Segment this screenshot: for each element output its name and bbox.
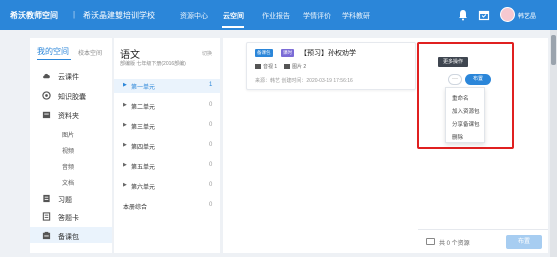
textbook-edition: 部编版 七年级下册(2016部编) [120, 61, 186, 67]
chapter-panel: 语文 切换 部编版 七年级下册(2016部编) ▶ 第一单元 1 ▶ 第二单元 … [114, 38, 220, 253]
chapter-row[interactable]: ▶ 第四单元 0 [114, 139, 220, 153]
cloud-icon [43, 73, 50, 79]
tab-school-space[interactable]: 校本空间 [78, 48, 102, 57]
chapter-name: 第四单元 [131, 145, 156, 151]
brand-logo[interactable]: 希沃教师空间 [10, 10, 58, 21]
chapter-name: 第二单元 [131, 105, 156, 111]
nav-cloud-space[interactable]: 云空间 [223, 11, 244, 21]
resource-box-icon [426, 238, 435, 245]
sidebar-item-label: 知识胶囊 [58, 94, 86, 101]
chapter-name: 本册综合 [123, 205, 148, 211]
expand-arrow-icon[interactable]: ▶ [123, 182, 127, 188]
more-ops-tooltip: 更多操作 [438, 57, 468, 67]
chapter-count: 0 [209, 142, 213, 148]
menu-item-delete[interactable]: 删除 [452, 133, 463, 141]
media-count: 音视 1 [255, 63, 277, 70]
image-count-text: 图片 2 [292, 64, 307, 70]
capsule-icon [42, 91, 51, 100]
top-bar: 希沃教师空间 | 希沃晶建雙培训学校 资源中心 云空间 作业报告 学情评价 学科… [0, 0, 557, 30]
chapter-row[interactable]: ▶ 第三单元 0 [114, 119, 220, 133]
tab-active-indicator [37, 59, 71, 60]
chapter-row[interactable]: ▶ 第五单元 0 [114, 159, 220, 173]
calendar-icon[interactable] [478, 9, 490, 21]
type-badge: 备课包 [255, 49, 273, 57]
music-icon [255, 64, 261, 69]
chapter-count: 0 [209, 122, 213, 128]
chapter-row[interactable]: ▶ 第六单元 0 [114, 179, 220, 193]
image-count: 图片 2 [284, 63, 306, 70]
lesson-package-card[interactable]: 备课包 课时 【预习】孙权劝学 音视 1 图片 2 来源：韩艺 创建时间：202… [246, 42, 416, 90]
user-avatar[interactable] [500, 7, 515, 22]
sidebar: 我的空间 校本空间 云课件 知识胶囊 资料夹 图片 视频 音频 文档 习题 答题… [30, 38, 112, 253]
chapter-count: 0 [209, 162, 213, 168]
more-options-button[interactable]: ··· [448, 74, 462, 85]
card-title[interactable]: 【预习】孙权劝学 [300, 48, 356, 58]
subject-title: 语文 [120, 50, 140, 61]
switch-subject-link[interactable]: 切换 [202, 50, 212, 57]
assign-button[interactable]: 布置 [465, 74, 491, 85]
expand-arrow-icon[interactable]: ▶ [123, 102, 127, 108]
chapter-name: 第一单元 [131, 85, 156, 91]
chapter-row[interactable]: ▶ 第二单元 0 [114, 99, 220, 113]
resource-bar: 共 0 个资源 布置 [418, 229, 548, 253]
chapter-row[interactable]: 本册综合 0 [114, 199, 220, 213]
sidebar-sub-videos[interactable]: 视频 [62, 146, 74, 155]
chapter-count: 0 [209, 182, 213, 188]
expand-arrow-icon[interactable]: ▶ [123, 82, 127, 88]
more-options-menu: 重命名 加入资源包 分享备课包 删除 [445, 87, 485, 143]
sidebar-sub-audio[interactable]: 音频 [62, 162, 74, 171]
sidebar-item-label: 答题卡 [58, 215, 79, 222]
expand-arrow-icon[interactable]: ▶ [123, 122, 127, 128]
package-icon [42, 231, 51, 240]
sidebar-item-label: 云课件 [58, 74, 79, 81]
nav-homework-report[interactable]: 作业报告 [262, 11, 290, 21]
chapter-row[interactable]: ▶ 第一单元 1 [114, 79, 220, 93]
chapter-name: 第三单元 [131, 125, 156, 131]
school-name: 希沃晶建雙培训学校 [83, 11, 155, 20]
sidebar-item-label: 备课包 [58, 234, 79, 241]
username[interactable]: 韩艺晶 [518, 11, 536, 20]
chapter-name: 第六单元 [131, 185, 156, 191]
menu-item-add-resource[interactable]: 加入资源包 [452, 107, 480, 115]
bell-icon[interactable] [457, 9, 469, 21]
media-count-text: 音视 1 [263, 64, 278, 70]
nav-resource-center[interactable]: 资源中心 [180, 11, 208, 21]
lesson-badge: 课时 [281, 49, 294, 57]
chapter-name: 第五单元 [131, 165, 156, 171]
sidebar-sub-documents[interactable]: 文档 [62, 178, 74, 187]
nav-active-indicator [222, 26, 244, 28]
nav-subject-research[interactable]: 学科教研 [342, 11, 370, 21]
chapter-count: 0 [209, 202, 213, 208]
resource-count: 共 0 个资源 [439, 241, 470, 247]
brand-divider: | [73, 10, 76, 19]
page-scrollbar-thumb[interactable] [551, 35, 556, 65]
nav-learning-eval[interactable]: 学情评价 [303, 11, 331, 21]
sidebar-sub-images[interactable]: 图片 [62, 130, 74, 139]
chapter-count: 1 [209, 82, 213, 88]
sidebar-item-label: 习题 [58, 197, 72, 204]
assign-resources-button[interactable]: 布置 [506, 235, 542, 249]
expand-arrow-icon[interactable]: ▶ [123, 162, 127, 168]
expand-arrow-icon[interactable]: ▶ [123, 142, 127, 148]
tab-my-space[interactable]: 我的空间 [37, 46, 69, 57]
sidebar-item-label: 资料夹 [58, 113, 79, 120]
image-icon [284, 64, 290, 69]
answer-card-icon [42, 212, 51, 221]
chapter-count: 0 [209, 102, 213, 108]
menu-item-rename[interactable]: 重命名 [452, 94, 469, 102]
menu-item-share[interactable]: 分享备课包 [452, 120, 480, 128]
folder-icon [42, 111, 51, 119]
card-date: 来源：韩艺 创建时间：2020-03-19 17:56:16 [255, 78, 353, 84]
exercise-icon [43, 194, 50, 203]
